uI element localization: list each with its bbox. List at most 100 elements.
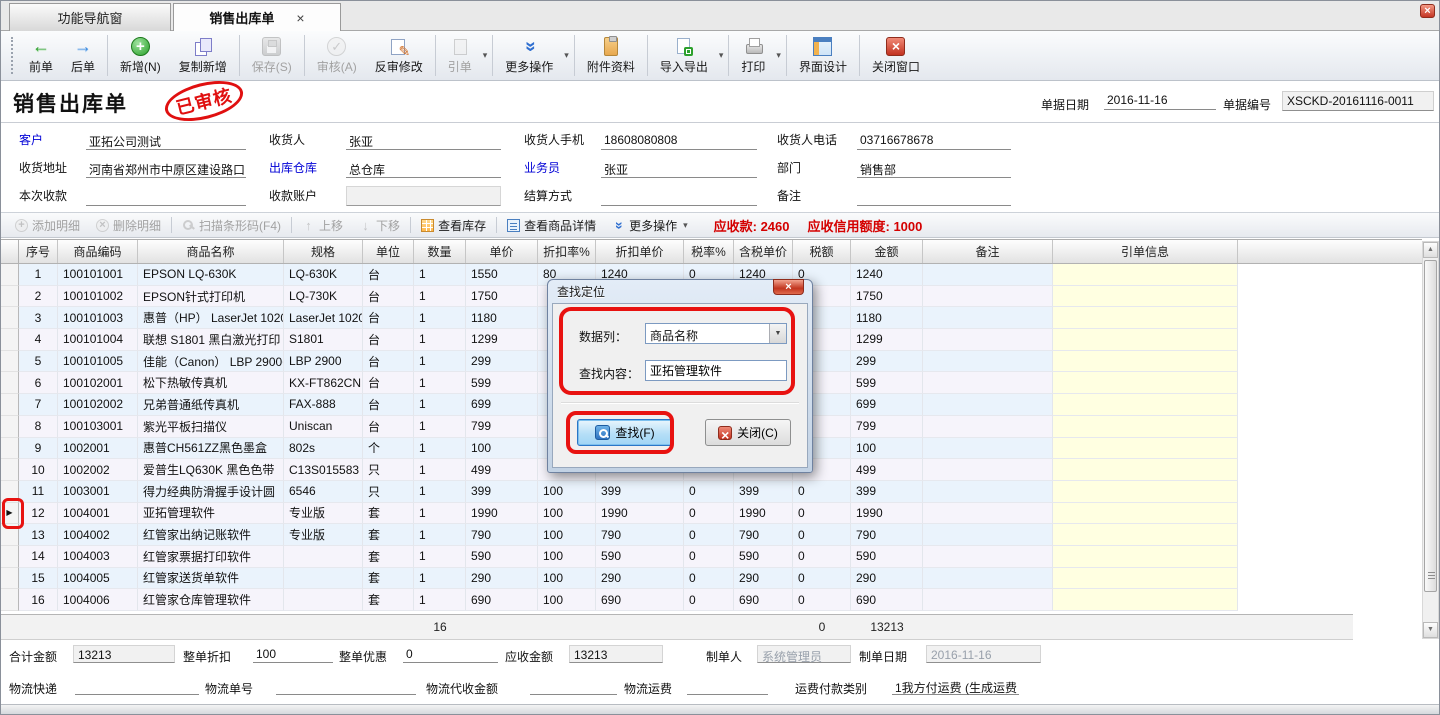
salesman-field[interactable]: 张亚 [601,158,757,178]
column-header[interactable]: 折扣率% [538,240,596,263]
table-cell[interactable]: 爱普生LQ630K 黑色色带 [138,459,284,481]
table-cell[interactable]: 套 [363,568,414,590]
table-cell[interactable]: 100 [851,438,923,460]
table-cell[interactable]: 100 [466,438,538,460]
table-cell[interactable]: 399 [734,481,793,503]
table-cell[interactable] [1053,264,1238,286]
table-cell[interactable]: 1990 [596,503,684,525]
table-cell[interactable]: 个 [363,438,414,460]
table-cell[interactable]: 699 [466,394,538,416]
table-cell[interactable]: 790 [466,524,538,546]
table-cell[interactable]: 台 [363,372,414,394]
audit-button[interactable]: 审核(A) [308,31,366,80]
table-cell[interactable]: 惠普CH561ZZ黑色墨盒 [138,438,284,460]
table-cell[interactable]: EPSON LQ-630K [138,264,284,286]
table-row[interactable]: 151004005红管家送货单软件套129010029002900290 [1,568,1422,590]
table-cell[interactable]: 299 [851,351,923,373]
ui-design-button[interactable]: 界面设计 [790,31,856,80]
table-cell[interactable]: 台 [363,329,414,351]
table-cell[interactable]: 1004001 [58,503,138,525]
table-cell[interactable]: 11 [19,481,58,503]
table-row[interactable]: 161004006红管家仓库管理软件套169010069006900690 [1,589,1422,611]
column-header[interactable]: 备注 [923,240,1053,263]
table-cell[interactable]: 台 [363,394,414,416]
tabstrip-close-icon[interactable]: × [1420,4,1435,18]
table-cell[interactable]: FAX-888 [284,394,363,416]
table-cell[interactable] [1053,589,1238,611]
table-cell[interactable]: 399 [596,481,684,503]
table-cell[interactable]: 590 [734,546,793,568]
table-cell[interactable]: 6 [19,372,58,394]
table-cell[interactable]: 红管家送货单软件 [138,568,284,590]
table-cell[interactable]: 0 [684,481,734,503]
table-cell[interactable]: 1 [414,394,466,416]
logistics-no-field[interactable] [276,677,416,695]
table-cell[interactable]: 0 [793,546,851,568]
table-cell[interactable] [923,589,1053,611]
table-cell[interactable]: 799 [466,416,538,438]
column-header[interactable]: 折扣单价 [596,240,684,263]
table-cell[interactable]: 1004006 [58,589,138,611]
table-cell[interactable]: 只 [363,481,414,503]
table-cell[interactable]: 699 [851,394,923,416]
table-cell[interactable]: 100101003 [58,307,138,329]
table-cell[interactable]: 兄弟普通纸传真机 [138,394,284,416]
table-cell[interactable]: 1 [414,481,466,503]
table-cell[interactable]: 100 [538,568,596,590]
table-cell[interactable]: 只 [363,459,414,481]
table-cell[interactable]: 100 [538,524,596,546]
table-cell[interactable]: 1004005 [58,568,138,590]
table-cell[interactable]: 100 [538,481,596,503]
table-cell[interactable]: 100 [538,546,596,568]
table-cell[interactable]: 16 [19,589,58,611]
table-cell[interactable]: 802s [284,438,363,460]
table-cell[interactable]: 100102001 [58,372,138,394]
table-cell[interactable]: 5 [19,351,58,373]
add-detail-button[interactable]: 添加明细 [9,215,86,236]
column-header[interactable]: 规格 [284,240,363,263]
column-header[interactable]: 含税单价 [734,240,793,263]
table-cell[interactable] [923,351,1053,373]
table-cell[interactable]: 1 [414,438,466,460]
close-window-button[interactable]: 关闭窗口 [863,31,929,80]
table-cell[interactable]: 1 [414,546,466,568]
table-cell[interactable] [923,459,1053,481]
table-cell[interactable]: 1 [414,589,466,611]
table-cell[interactable]: 14 [19,546,58,568]
unaudit-button[interactable]: 反审修改 [366,31,432,80]
table-cell[interactable]: 799 [851,416,923,438]
table-cell[interactable]: 套 [363,524,414,546]
table-cell[interactable]: 1299 [851,329,923,351]
copy-new-button[interactable]: 复制新增 [170,31,236,80]
column-header[interactable]: 序号 [19,240,58,263]
table-cell[interactable]: 590 [466,546,538,568]
table-cell[interactable]: 1 [414,503,466,525]
column-header[interactable]: 税率% [684,240,734,263]
tab-function-nav[interactable]: 功能导航窗 [9,3,171,31]
table-row[interactable]: 131004002红管家出纳记账软件专业版套179010079007900790 [1,524,1422,546]
column-header[interactable]: 单位 [363,240,414,263]
table-cell[interactable]: 1750 [851,286,923,308]
table-cell[interactable]: 690 [734,589,793,611]
table-cell[interactable]: 红管家出纳记账软件 [138,524,284,546]
order-coupon-field[interactable]: 0 [403,645,498,663]
table-cell[interactable] [923,329,1053,351]
table-cell[interactable] [1053,459,1238,481]
table-cell[interactable]: 13 [19,524,58,546]
find-button[interactable]: 查找(F) [577,419,673,446]
table-cell[interactable]: LQ-630K [284,264,363,286]
table-cell[interactable] [923,307,1053,329]
table-cell[interactable] [923,372,1053,394]
table-cell[interactable]: 1 [414,524,466,546]
order-discount-field[interactable]: 100 [253,645,333,663]
table-cell[interactable]: 100103001 [58,416,138,438]
table-cell[interactable]: 4 [19,329,58,351]
table-cell[interactable] [923,568,1053,590]
warehouse-field[interactable]: 总仓库 [346,158,501,178]
table-cell[interactable]: 紫光平板扫描仪 [138,416,284,438]
more-operations-button[interactable]: 更多操作 [496,31,562,80]
table-cell[interactable]: 599 [851,372,923,394]
table-cell[interactable]: 1 [414,286,466,308]
logistics-cod-field[interactable] [530,677,617,695]
table-cell[interactable]: 100101004 [58,329,138,351]
